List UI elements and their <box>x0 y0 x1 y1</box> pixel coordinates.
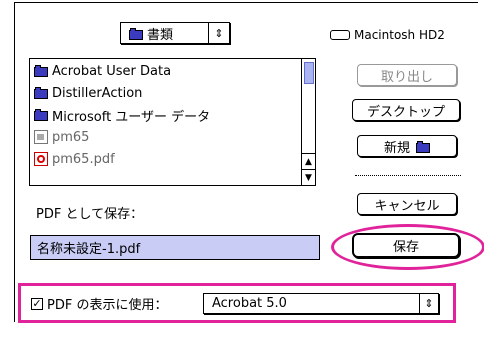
document-icon <box>34 130 48 144</box>
save-button-highlight-ellipse <box>331 224 484 270</box>
desktop-button-label: デスクトップ <box>366 104 445 120</box>
updown-arrow-icon: ⇕ <box>424 297 434 310</box>
folder-icon <box>129 27 143 40</box>
dialog-border-left <box>14 2 15 322</box>
divider <box>355 175 461 176</box>
list-item-label: Acrobat User Data <box>52 63 172 79</box>
eject-button[interactable]: 取り出し <box>357 64 457 86</box>
folder-icon <box>34 64 48 78</box>
acrobat-version-value: Acrobat 5.0 <box>212 296 287 311</box>
folder-popup[interactable]: 書類 ⇕ <box>120 22 230 44</box>
list-item[interactable]: pm65 <box>34 127 89 147</box>
list-item[interactable]: Acrobat User Data <box>34 61 171 81</box>
cancel-button[interactable]: キャンセル <box>357 193 457 215</box>
eject-button-label: 取り出し <box>380 69 433 85</box>
new-folder-icon <box>416 140 430 153</box>
folder-popup-label: 書類 <box>147 27 174 43</box>
cancel-button-label: キャンセル <box>374 198 440 214</box>
folder-icon <box>34 86 48 100</box>
dialog-border-top <box>14 2 478 3</box>
acrobat-version-popup[interactable]: Acrobat 5.0 ⇕ <box>203 293 439 314</box>
file-list[interactable]: Acrobat User Data DistillerAction Micros… <box>29 58 316 186</box>
use-for-pdf-checkbox[interactable]: ✓ <box>31 298 43 310</box>
scroll-up-arrow-icon[interactable]: ▲ <box>302 153 315 169</box>
list-item-label: DistillerAction <box>52 85 143 101</box>
scrollbar[interactable]: ▲ ▼ <box>301 58 316 186</box>
filename-input[interactable]: 名称未設定-1.pdf <box>30 235 320 260</box>
list-item[interactable]: DistillerAction <box>34 83 142 103</box>
new-folder-button-label: 新規 <box>383 140 410 156</box>
filename-value: 名称未設定-1.pdf <box>37 242 141 257</box>
list-item[interactable]: pm65.pdf <box>34 149 115 169</box>
scroll-down-arrow-icon[interactable]: ▼ <box>302 169 315 185</box>
updown-arrow-icon: ⇕ <box>214 26 224 40</box>
hard-disk-icon <box>330 30 350 40</box>
new-folder-button[interactable]: 新規 <box>357 135 457 157</box>
scroll-thumb[interactable] <box>304 62 314 84</box>
disk-label: Macintosh HD2 <box>330 27 445 43</box>
disk-name: Macintosh HD2 <box>354 28 445 42</box>
folder-icon <box>34 108 48 122</box>
desktop-button[interactable]: デスクトップ <box>352 99 460 121</box>
list-item-label: pm65.pdf <box>52 151 115 167</box>
list-item[interactable]: Microsoft ユーザー データ <box>34 105 210 125</box>
use-for-pdf-label: PDF の表示に使用： <box>47 298 168 313</box>
save-dialog: 書類 ⇕ Macintosh HD2 Acrobat User Data Dis… <box>0 0 484 340</box>
save-as-label: PDF として保存： <box>36 207 144 222</box>
list-item-label: Microsoft ユーザー データ <box>52 109 211 125</box>
list-item-label: pm65 <box>52 129 90 145</box>
pdf-icon <box>34 152 48 166</box>
